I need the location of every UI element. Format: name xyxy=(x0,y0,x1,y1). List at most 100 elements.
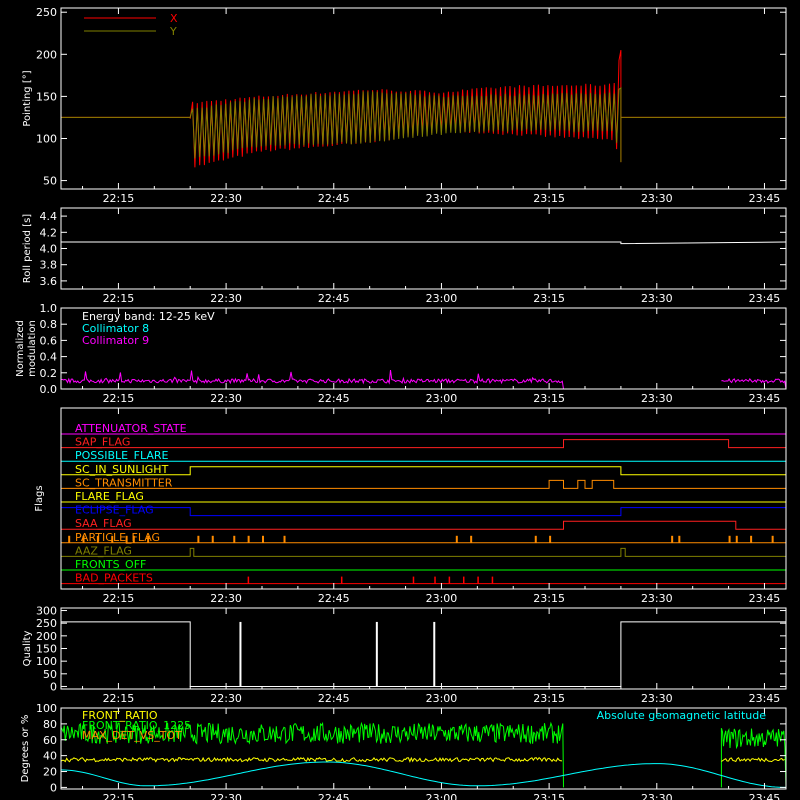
quality-line xyxy=(61,621,786,687)
flags-xtick-label: 23:15 xyxy=(533,592,565,605)
quality-xtick-label: 22:30 xyxy=(210,692,242,705)
flag-label: AAZ_FLAG xyxy=(75,544,132,557)
flags-xtick-label: 22:45 xyxy=(318,592,350,605)
quality-ylabel: Quality xyxy=(22,631,33,667)
flag-label: SC_TRANSMITTER xyxy=(75,476,173,489)
quality-xtick-label: 23:15 xyxy=(533,692,565,705)
roll-xtick-label: 23:15 xyxy=(533,292,565,305)
geo-right-label: Absolute geomagnetic latitude xyxy=(597,709,767,722)
flag-pulse xyxy=(735,535,738,543)
flag-trace xyxy=(61,547,786,557)
mod-xtick-label: 22:15 xyxy=(103,392,135,405)
roll-frame xyxy=(60,207,787,290)
flags-ylabel: Flags xyxy=(34,485,45,511)
pointing-xtick-label: 22:15 xyxy=(103,192,135,205)
flag-pulse xyxy=(671,535,674,543)
roll-xtick-label: 22:30 xyxy=(210,292,242,305)
flag-trace xyxy=(61,507,786,517)
flag-label: SAP_FLAG xyxy=(75,436,130,449)
flag-pulse xyxy=(534,535,537,543)
flag-pulse xyxy=(247,576,250,584)
geo-ytick-label: 40 xyxy=(43,750,57,763)
quality-ytick-label: 50 xyxy=(43,668,57,681)
flag-pulse xyxy=(233,535,236,543)
geo-xtick-label: 23:00 xyxy=(426,792,458,800)
roll-ytick-label: 4.4 xyxy=(40,210,58,223)
geo-xtick-label: 22:45 xyxy=(318,792,350,800)
pointing-xtick-label: 22:45 xyxy=(318,192,350,205)
quality-ytick-label: 100 xyxy=(36,655,57,668)
mod-xtick-label: 22:45 xyxy=(318,392,350,405)
pointing-series-y xyxy=(61,87,786,163)
flags-xtick-label: 22:30 xyxy=(210,592,242,605)
flag-trace xyxy=(61,439,786,449)
flag-pulse xyxy=(477,576,479,584)
pointing-ytick-label: 100 xyxy=(36,132,57,145)
mod-ytick-label: 1.0 xyxy=(40,302,58,315)
pointing-legend-label: Y xyxy=(169,25,177,38)
pointing-ytick-label: 50 xyxy=(43,175,57,188)
flag-pulse xyxy=(247,535,250,543)
quality-ytick-label: 150 xyxy=(36,643,57,656)
roll-xtick-label: 23:45 xyxy=(749,292,781,305)
pointing-series-x xyxy=(61,50,786,168)
modulation-legend-label: Collimator 9 xyxy=(82,334,149,347)
flag-label: ATTENUATOR_STATE xyxy=(75,422,187,435)
mod-ytick-label: 0.4 xyxy=(40,351,58,364)
flag-pulse xyxy=(68,535,71,543)
mod-ytick-label: 0.0 xyxy=(40,383,58,396)
collimator-9-segment xyxy=(60,370,564,390)
quality-spike xyxy=(433,621,436,687)
flags-xtick-label: 23:00 xyxy=(426,592,458,605)
flag-pulse xyxy=(470,535,473,543)
flag-label: FLARE_FLAG xyxy=(75,490,144,503)
pointing-ytick-label: 150 xyxy=(36,90,57,103)
flag-pulse xyxy=(340,576,343,584)
roll-ytick-label: 3.6 xyxy=(40,275,58,288)
pointing-xtick-label: 23:45 xyxy=(749,192,781,205)
front-ratio-segment xyxy=(60,756,563,763)
pointing-xtick-label: 22:30 xyxy=(210,192,242,205)
flag-pulse xyxy=(549,535,552,543)
geo-xtick-label: 23:15 xyxy=(533,792,565,800)
geo-ytick-label: 20 xyxy=(43,766,57,779)
roll-ytick-label: 4.0 xyxy=(40,243,58,256)
flag-label: ECLIPSE_FLAG xyxy=(75,504,154,517)
flag-pulse xyxy=(771,535,774,543)
flags-xtick-label: 23:45 xyxy=(749,592,781,605)
quality-ytick-label: 300 xyxy=(36,605,57,618)
flag-pulse xyxy=(412,576,415,584)
quality-ytick-label: 200 xyxy=(36,630,57,643)
geomagnetic-latitude-line xyxy=(60,761,786,788)
instrument-status-chart: 22:15 22:30 22:45 23:00 23:15 23:30 23:4550100… xyxy=(15,6,787,800)
flag-trace xyxy=(61,520,786,530)
quality-xtick-label: 22:15 xyxy=(103,692,135,705)
flag-label: PARTICLE_FLAG xyxy=(75,531,160,544)
roll-xtick-label: 22:45 xyxy=(318,292,350,305)
roll-ylabel: Roll period [s] xyxy=(22,214,33,283)
mod-xtick-label: 23:15 xyxy=(533,392,565,405)
flag-pulse xyxy=(283,535,286,543)
mod-xtick-label: 23:00 xyxy=(426,392,458,405)
roll-ytick-label: 4.2 xyxy=(40,226,58,239)
flag-trace xyxy=(61,466,786,476)
quality-xtick-label: 23:30 xyxy=(641,692,673,705)
pointing-xtick-label: 23:15 xyxy=(533,192,565,205)
quality-frame xyxy=(60,607,787,690)
flag-pulse xyxy=(455,535,458,543)
collimator-9-segment xyxy=(721,377,787,390)
pointing-xtick-label: 23:00 xyxy=(426,192,458,205)
flag-pulse xyxy=(491,576,494,584)
roll-xtick-label: 23:00 xyxy=(426,292,458,305)
roll-ytick-label: 3.8 xyxy=(40,259,58,272)
pointing-legend-label: X xyxy=(170,12,178,25)
roll-period-line xyxy=(61,241,787,245)
roll-xtick-label: 23:30 xyxy=(641,292,673,305)
mod-xtick-label: 23:45 xyxy=(749,392,781,405)
flag-pulse xyxy=(197,535,200,543)
flag-pulse xyxy=(678,535,681,543)
geo-xtick-label: 22:15 xyxy=(103,792,135,800)
flag-label: SC_IN_SUNLIGHT xyxy=(75,463,169,476)
flag-pulse xyxy=(434,576,436,584)
geo-xtick-label: 23:45 xyxy=(749,792,781,800)
